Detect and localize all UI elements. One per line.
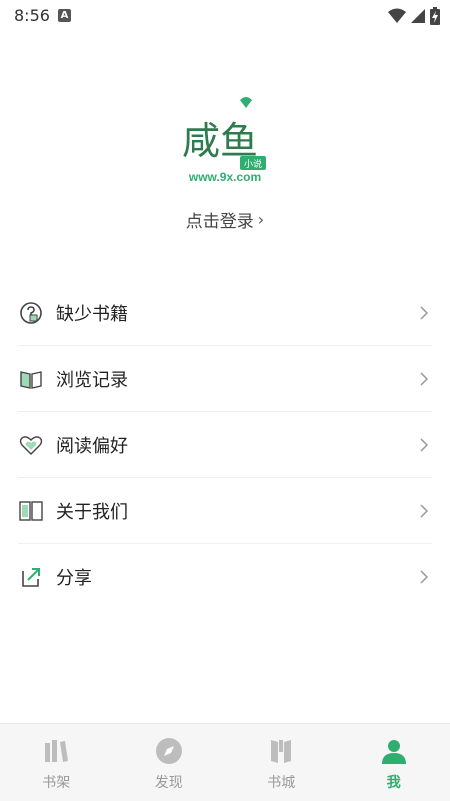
chevron-right-icon	[416, 437, 432, 453]
chevron-right-icon: ›	[258, 210, 264, 229]
menu-item-about-us[interactable]: 关于我们	[18, 478, 432, 544]
bottom-tab-bar: 书架 发现 书城 我	[0, 723, 450, 801]
tab-bookstore[interactable]: 书城	[225, 724, 338, 801]
tab-me[interactable]: 我	[338, 724, 450, 801]
person-icon	[379, 736, 409, 766]
bookstore-icon	[266, 736, 296, 766]
tab-label: 书城	[267, 772, 295, 792]
wifi-icon	[388, 8, 406, 24]
menu-item-missing-books[interactable]: 缺少书籍	[18, 280, 432, 346]
tab-label: 书架	[42, 772, 70, 792]
battery-icon	[430, 7, 440, 25]
menu-item-label: 浏览记录	[56, 366, 416, 392]
share-icon	[18, 564, 44, 590]
compass-icon	[154, 736, 184, 766]
menu-item-label: 关于我们	[56, 498, 416, 524]
status-time: 8:56	[14, 6, 50, 25]
logo-url: www.9x.com	[0, 170, 450, 184]
signal-icon	[410, 8, 426, 24]
chevron-right-icon	[416, 371, 432, 387]
bookshelf-icon	[41, 736, 71, 766]
menu-item-history[interactable]: 浏览记录	[18, 346, 432, 412]
status-bar: 8:56 A	[0, 0, 450, 32]
menu-item-label: 缺少书籍	[56, 300, 416, 326]
tab-label: 发现	[155, 772, 183, 792]
login-label: 点击登录	[186, 207, 254, 232]
tab-label: 我	[387, 772, 401, 792]
logo-badge-text: 小说	[244, 158, 262, 170]
open-book-icon	[18, 366, 44, 392]
book-info-icon	[18, 498, 44, 524]
chevron-right-icon	[416, 305, 432, 321]
heart-icon	[18, 432, 44, 458]
question-book-icon	[18, 300, 44, 326]
chevron-right-icon	[416, 503, 432, 519]
status-icons	[388, 7, 440, 25]
chevron-right-icon	[416, 569, 432, 585]
menu-item-share[interactable]: 分享	[18, 544, 432, 609]
tab-bookshelf[interactable]: 书架	[0, 724, 113, 801]
menu-item-reading-preference[interactable]: 阅读偏好	[18, 412, 432, 478]
tab-discover[interactable]: 发现	[113, 724, 226, 801]
menu-item-label: 阅读偏好	[56, 432, 416, 458]
menu-item-label: 分享	[56, 564, 416, 590]
notification-icon: A	[58, 9, 71, 22]
settings-menu: 缺少书籍 浏览记录 阅读偏好 关于我们 分享	[0, 280, 450, 609]
login-link[interactable]: 点击登录 ›	[0, 207, 450, 232]
